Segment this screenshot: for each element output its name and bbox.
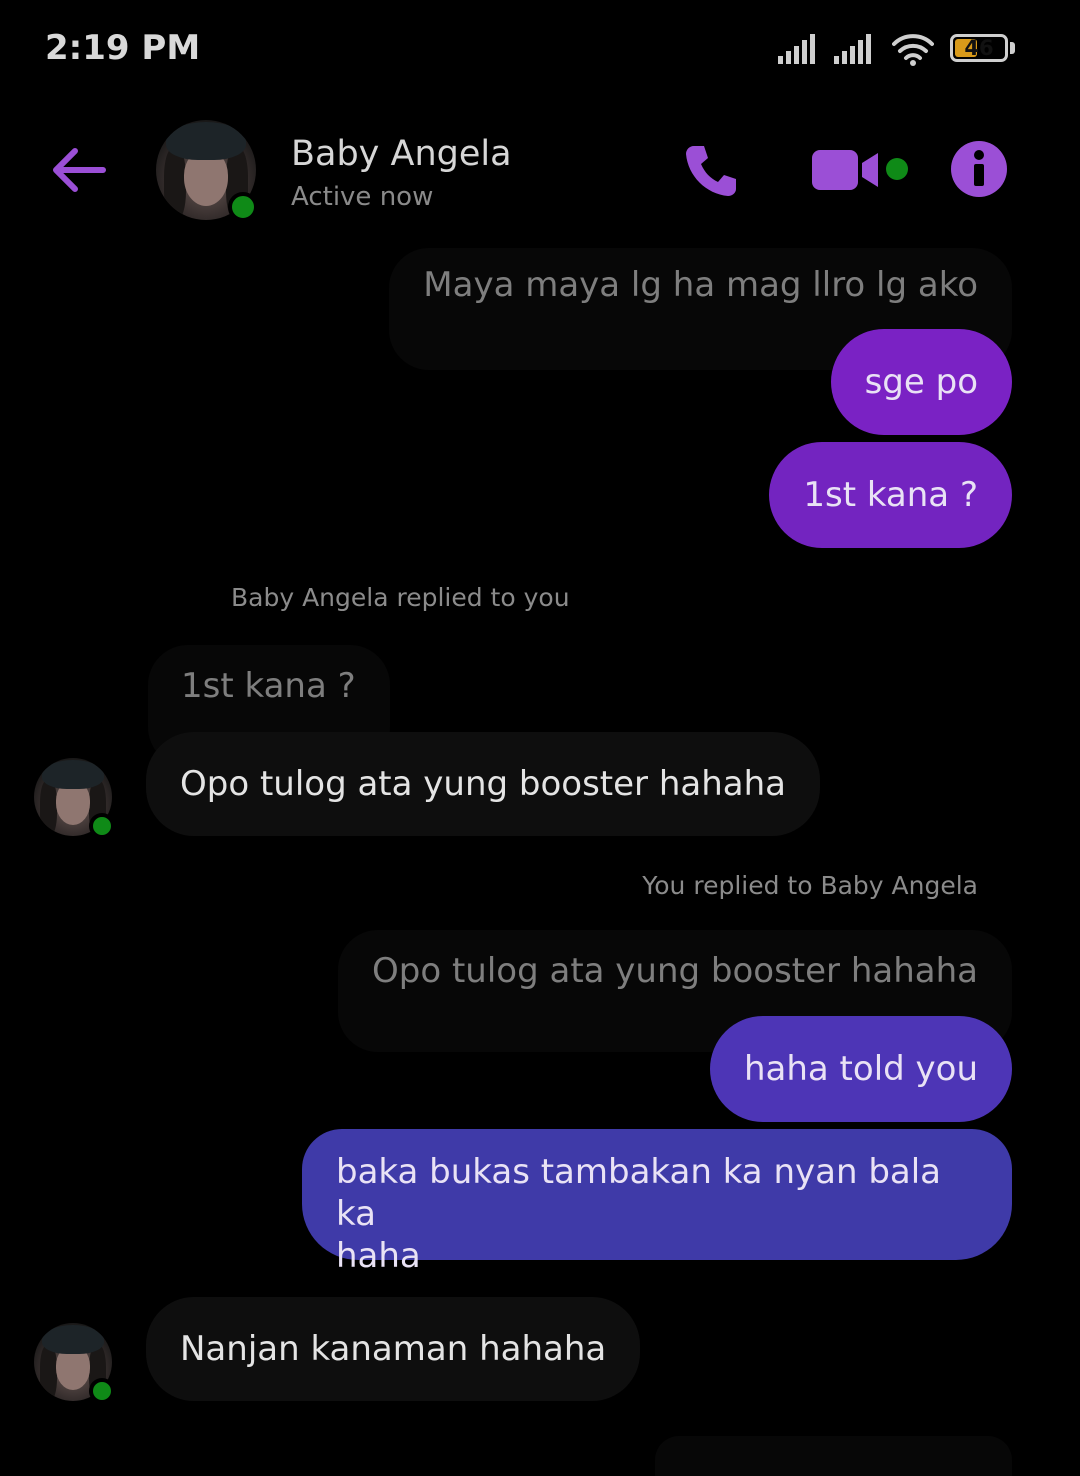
message-text: Nanjan kanaman hahaha xyxy=(180,1329,607,1369)
message-text: Opo tulog ata yung booster hahaha xyxy=(180,764,786,804)
status-bar: 2:19 PM 46 xyxy=(0,0,1080,100)
outgoing-message[interactable]: sge po xyxy=(830,329,1012,435)
chat-header: Baby Angela Active now xyxy=(0,110,1080,230)
message-text: Opo tulog ata yung booster hahaha xyxy=(372,951,978,991)
video-camera-icon xyxy=(812,150,878,190)
contact-status: Active now xyxy=(291,182,434,212)
back-arrow-icon xyxy=(53,148,106,192)
signal-icon xyxy=(778,34,815,64)
signal-icon xyxy=(834,34,871,64)
outgoing-message[interactable]: baka bukas tambakan ka nyan bala ka haha xyxy=(302,1129,1012,1276)
contact-name[interactable]: Baby Angela xyxy=(291,134,512,174)
message-text: sge po xyxy=(864,362,978,402)
message-text-line: haha xyxy=(336,1236,421,1276)
message-list: Maya maya lg ha mag llro lg ako sge po 1… xyxy=(0,240,1080,1476)
message-text: Maya maya lg ha mag llro lg ako xyxy=(423,265,978,305)
battery-nub xyxy=(1010,42,1015,54)
reply-label: Baby Angela replied to you xyxy=(231,583,570,612)
phone-icon xyxy=(686,146,736,196)
incoming-message[interactable]: Opo tulog ata yung booster hahaha xyxy=(146,732,820,836)
message-text: haha told you xyxy=(743,1049,978,1089)
outgoing-message[interactable]: 1st kana ? xyxy=(769,442,1012,548)
info-icon xyxy=(951,141,1007,197)
online-indicator xyxy=(89,813,115,839)
message-text: 1st kana ? xyxy=(181,666,356,706)
info-button[interactable] xyxy=(950,140,1008,198)
online-indicator xyxy=(89,1378,115,1404)
partial-message[interactable] xyxy=(655,1436,1012,1476)
call-button[interactable] xyxy=(680,140,742,202)
message-text: 1st kana ? xyxy=(803,475,978,515)
outgoing-message[interactable]: haha told you xyxy=(709,1016,1012,1122)
battery-level: 46 xyxy=(964,36,994,60)
video-call-button[interactable] xyxy=(810,146,882,194)
back-button[interactable] xyxy=(45,140,115,200)
online-indicator xyxy=(228,192,258,222)
status-time: 2:19 PM xyxy=(45,28,201,68)
video-active-dot xyxy=(886,158,908,180)
message-text-line: baka bukas tambakan ka nyan bala ka xyxy=(336,1152,942,1234)
reply-label: You replied to Baby Angela xyxy=(642,871,978,900)
wifi-icon xyxy=(892,34,934,66)
incoming-message[interactable]: Nanjan kanaman hahaha xyxy=(146,1297,641,1401)
